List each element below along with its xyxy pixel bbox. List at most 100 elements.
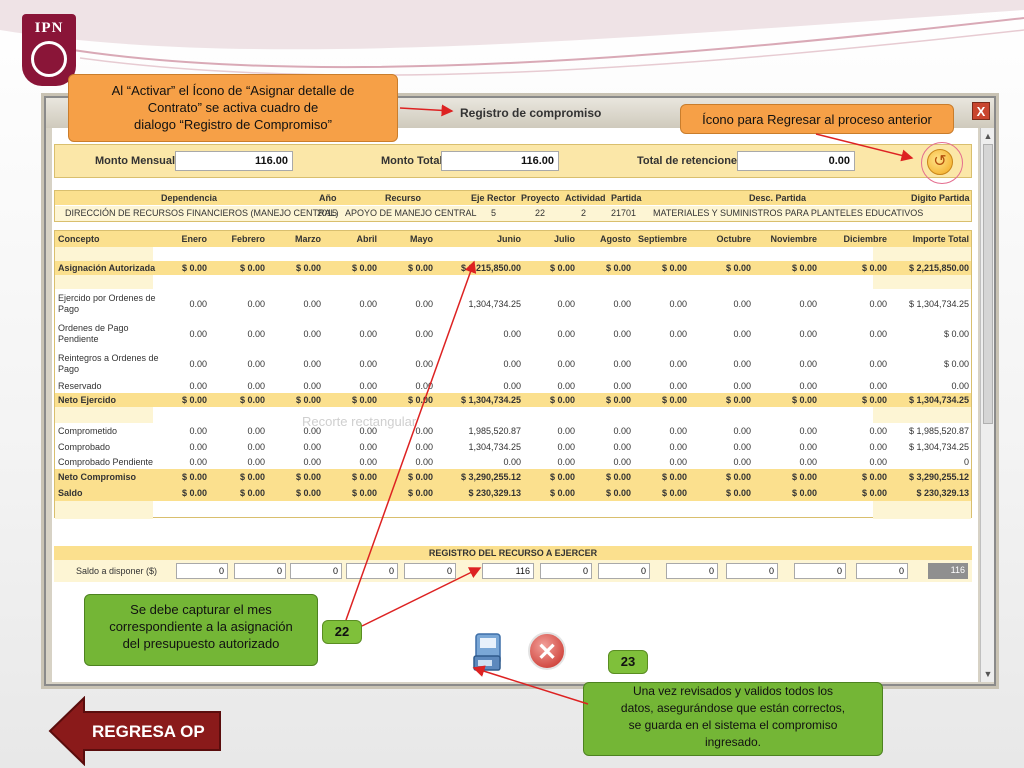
row-value: $ 0.00: [861, 488, 887, 498]
dep-value-dependencia: DIRECCIÓN DE RECURSOS FINANCIEROS (MANEJ…: [65, 208, 339, 218]
callout-capturar-line-1: Se debe capturar el mes: [130, 602, 272, 617]
dialog-scrollbar[interactable]: ▲ ▼: [980, 128, 994, 682]
dep-header-eje: Eje Rector: [471, 193, 516, 203]
saldo-total-field: 116: [928, 563, 968, 579]
dependencia-row: DIRECCIÓN DE RECURSOS FINANCIEROS (MANEJ…: [55, 206, 971, 221]
saldo-month-input[interactable]: 0: [666, 563, 718, 579]
concept-line: Neto Ejercido: [58, 395, 117, 405]
callout-guardar-line-3: se guarda en el sistema el compromiso: [628, 718, 838, 732]
row-value: $ 0.00: [407, 472, 433, 482]
grid-header-cell: Importe Total: [912, 234, 969, 244]
dep-value-actividad: 2: [581, 208, 587, 218]
snip-ghost-text: Recorte rectangular: [302, 414, 417, 429]
row-value: $ 2,215,850.00: [908, 263, 969, 273]
callout-guardar-line-1: Una vez revisados y validos todos los: [632, 684, 834, 698]
grid-header-concepto: Concepto: [58, 234, 100, 245]
saldo-month-input[interactable]: 0: [540, 563, 592, 579]
row-value: $ 1,304,734.25: [908, 442, 969, 452]
row-concept: Saldo: [58, 488, 83, 499]
concept-line: Concepto: [58, 234, 100, 244]
logo-emblem-icon: [31, 41, 67, 77]
close-button[interactable]: X: [972, 102, 990, 120]
grid-header-row: Concepto Enero Febrero Marzo Abril Mayo Junio J…: [55, 231, 971, 247]
callout-capturar: Se debe capturar el mes correspondiente …: [84, 594, 318, 666]
dep-header-proyecto: Proyecto: [521, 193, 560, 203]
table-row: Saldo $ 0.00 $ 0.00 $ 0.00 $ 0.00 $ 0.00 $ 230…: [55, 485, 971, 501]
callout-capturar-line-3: del presupuesto autorizado: [122, 636, 280, 651]
row-concept: Neto Ejercido: [58, 395, 116, 406]
row-value: $ 230,329.13: [916, 488, 969, 498]
dep-value-proyecto: 22: [535, 208, 546, 218]
saldo-month-input[interactable]: 0: [290, 563, 342, 579]
saldo-month-input[interactable]: 0: [404, 563, 456, 579]
cancel-icon[interactable]: ✕: [528, 632, 566, 670]
dep-header-digito: Digito Partida: [911, 193, 970, 203]
row-value: $ 0.00: [861, 472, 887, 482]
row-value: 0.00: [869, 442, 887, 452]
table-row: Reintegros a Ordenes de Pago 0.00 0.00 0.00 0…: [55, 349, 971, 379]
row-value: 0.00: [415, 442, 433, 452]
callout-guardar-line-2: datos, asegurándose que están correctos,: [620, 701, 846, 715]
row-value: 0.00: [415, 457, 433, 467]
row-value: 0.00: [869, 457, 887, 467]
retenciones-field[interactable]: 0.00: [737, 151, 855, 171]
dep-header-actividad: Actividad: [565, 193, 606, 203]
saldo-month-input[interactable]: 0: [346, 563, 398, 579]
save-icon[interactable]: [472, 632, 506, 672]
saldo-month-input[interactable]: 0: [234, 563, 286, 579]
row-concept: Reservado: [58, 381, 102, 392]
concept-line: Comprobado: [58, 442, 111, 452]
dependencia-table: Dependencia Año Recurso Eje Rector Proye…: [54, 190, 972, 222]
row-value: $ 0.00: [861, 395, 887, 405]
dep-value-desc: MATERIALES Y SUMINISTROS PARA PLANTELES …: [653, 208, 924, 218]
callout-guardar-line-4: ingresado.: [704, 735, 762, 749]
saldo-month-input[interactable]: 0: [856, 563, 908, 579]
grid-header-cell: Diciembre: [843, 234, 887, 244]
row-value: $ 0.00: [407, 263, 433, 273]
back-arrow-icon[interactable]: ↺: [927, 149, 953, 175]
saldo-month-input[interactable]: 0: [794, 563, 846, 579]
callout-activar-line-3: dialogo “Registro de Compromiso”: [134, 117, 332, 132]
table-row: Ejercido por Ordenes de Pago 0.00 0.00 0.00 0…: [55, 289, 971, 319]
saldo-label: Saldo a disponer ($): [76, 566, 158, 576]
table-row: Comprobado Pendiente 0.00 0.00 0.00 0.00 0.00…: [55, 455, 971, 469]
saldo-month-input[interactable]: 116: [482, 563, 534, 579]
dialog-title: Registro de compromiso: [460, 106, 602, 120]
concept-line: Reservado: [58, 381, 102, 391]
step-badge-23: 23: [608, 650, 648, 674]
row-value: $ 0.00: [943, 359, 969, 369]
monto-mensual-label: Monto Mensual:: [95, 155, 179, 167]
row-value: $ 3,290,255.12: [908, 472, 969, 482]
montos-bar: Monto Mensual: 116.00 Monto Total: 116.0…: [54, 142, 972, 184]
logo-text: IPN: [34, 20, 64, 36]
dep-value-partida: 21701: [611, 208, 637, 218]
dep-value-anio: 2015: [317, 208, 338, 218]
saldo-month-input[interactable]: 0: [598, 563, 650, 579]
monto-total-label: Monto Total:: [381, 155, 447, 167]
row-value: $ 0.00: [861, 263, 887, 273]
saldo-month-input[interactable]: 0: [726, 563, 778, 579]
row-value: 0.00: [415, 359, 433, 369]
row-value: 0.00: [415, 381, 433, 391]
scroll-up-arrow-icon[interactable]: ▲: [982, 130, 994, 142]
dependencia-header-row: Dependencia Año Recurso Eje Rector Proye…: [55, 191, 971, 205]
monto-total-field[interactable]: 116.00: [441, 151, 559, 171]
callout-guardar: Una vez revisados y validos todos los da…: [583, 682, 883, 756]
row-value: 0.00: [869, 381, 887, 391]
table-row: Comprometido 0.00 0.00 0.00 0.00 0.00 1,985,52…: [55, 423, 971, 439]
scroll-down-arrow-icon[interactable]: ▼: [982, 668, 994, 680]
monto-mensual-field[interactable]: 116.00: [175, 151, 293, 171]
saldo-month-input[interactable]: 0: [176, 563, 228, 579]
regresa-op-label[interactable]: REGRESA OP: [92, 722, 205, 742]
table-row: Ordenes de Pago Pendiente 0.00 0.00 0.00 0.00…: [55, 319, 971, 349]
row-value: 0.00: [869, 329, 887, 339]
row-value: 0.00: [869, 426, 887, 436]
table-row: Neto Compromiso $ 0.00 $ 0.00 $ 0.00 $ 0.00 $…: [55, 469, 971, 485]
dep-header-recurso: Recurso: [385, 193, 422, 203]
row-value: $ 0.00: [407, 488, 433, 498]
row-value: 0: [963, 457, 969, 467]
row-value: $ 0.00: [943, 329, 969, 339]
registro-title: REGISTRO DEL RECURSO A EJERCER: [54, 546, 972, 560]
scroll-thumb[interactable]: [983, 144, 993, 424]
row-value: 0.00: [951, 381, 969, 391]
